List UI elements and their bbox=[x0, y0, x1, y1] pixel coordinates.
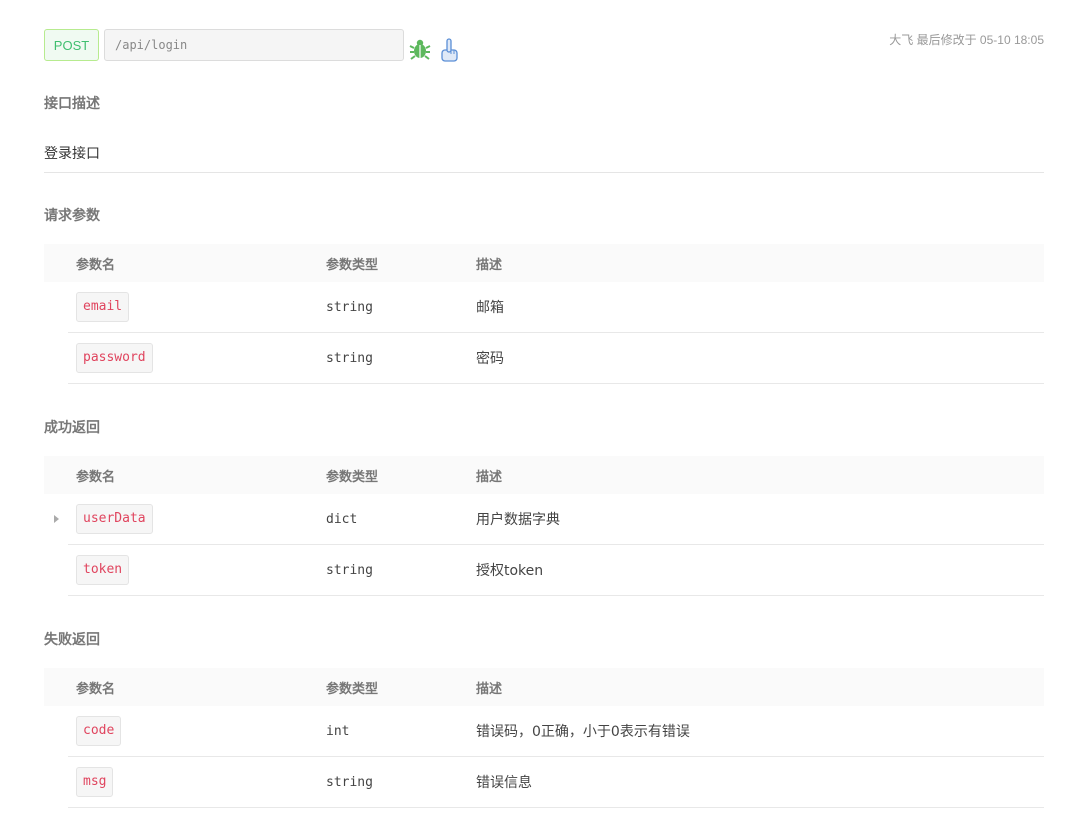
param-desc: 错误码，0正确，小于0表示有错误 bbox=[476, 724, 690, 740]
success-return-heading: 成功返回 bbox=[44, 420, 100, 436]
table-row: password string 密码 bbox=[68, 333, 1044, 384]
param-desc: 错误信息 bbox=[476, 775, 532, 791]
table-row: token string 授权token bbox=[68, 545, 1044, 596]
column-header-desc: 描述 bbox=[476, 681, 503, 697]
failure-return-heading: 失败返回 bbox=[44, 632, 100, 648]
param-type: dict bbox=[326, 511, 358, 527]
last-modified-info: 大飞 最后修改于 05-10 18:05 bbox=[889, 33, 1044, 47]
param-name: email bbox=[76, 292, 130, 322]
request-params-table: 参数名 参数类型 描述 email string 邮箱 password str… bbox=[44, 244, 1044, 384]
param-name: msg bbox=[76, 767, 114, 797]
pointer-hand-icon[interactable] bbox=[438, 37, 464, 63]
param-desc: 密码 bbox=[476, 351, 504, 367]
param-desc: 用户数据字典 bbox=[476, 512, 560, 528]
table-row: email string 邮箱 bbox=[68, 282, 1044, 333]
table-header: 参数名 参数类型 描述 bbox=[44, 668, 1044, 706]
column-header-name: 参数名 bbox=[76, 257, 116, 273]
column-header-type: 参数类型 bbox=[326, 469, 379, 485]
description-text: 登录接口 bbox=[44, 146, 100, 162]
param-name: userData bbox=[76, 504, 153, 534]
method-badge: POST bbox=[44, 29, 99, 61]
url-field[interactable] bbox=[104, 29, 404, 61]
param-type: string bbox=[326, 774, 373, 790]
table-row: msg string 错误信息 bbox=[68, 757, 1044, 808]
column-header-type: 参数类型 bbox=[326, 257, 379, 273]
column-header-name: 参数名 bbox=[76, 681, 116, 697]
failure-return-table: 参数名 参数类型 描述 code int 错误码，0正确，小于0表示有错误 ms… bbox=[44, 668, 1044, 808]
bug-icon[interactable] bbox=[408, 37, 434, 63]
divider bbox=[44, 172, 1044, 173]
table-row: userData dict 用户数据字典 bbox=[54, 494, 1044, 545]
column-header-name: 参数名 bbox=[76, 469, 116, 485]
param-type: string bbox=[326, 350, 373, 366]
column-header-type: 参数类型 bbox=[326, 681, 379, 697]
success-return-table: 参数名 参数类型 描述 userData dict 用户数据字典 token s… bbox=[44, 456, 1044, 596]
param-desc: 授权token bbox=[476, 563, 544, 579]
table-header: 参数名 参数类型 描述 bbox=[44, 244, 1044, 282]
param-name: token bbox=[76, 555, 130, 585]
table-header: 参数名 参数类型 描述 bbox=[44, 456, 1044, 494]
description-heading: 接口描述 bbox=[44, 96, 100, 112]
expand-arrow-icon[interactable] bbox=[54, 515, 59, 523]
column-header-desc: 描述 bbox=[476, 469, 503, 485]
param-type: string bbox=[326, 562, 373, 578]
param-type: int bbox=[326, 723, 350, 739]
param-name: password bbox=[76, 343, 153, 373]
request-params-heading: 请求参数 bbox=[44, 208, 100, 224]
param-type: string bbox=[326, 299, 373, 315]
table-row: code int 错误码，0正确，小于0表示有错误 bbox=[68, 706, 1044, 757]
column-header-desc: 描述 bbox=[476, 257, 503, 273]
param-desc: 邮箱 bbox=[476, 300, 504, 316]
api-header: POST 大飞 最后修改于 05-10 18:05 bbox=[44, 29, 1044, 63]
param-name: code bbox=[76, 716, 122, 746]
